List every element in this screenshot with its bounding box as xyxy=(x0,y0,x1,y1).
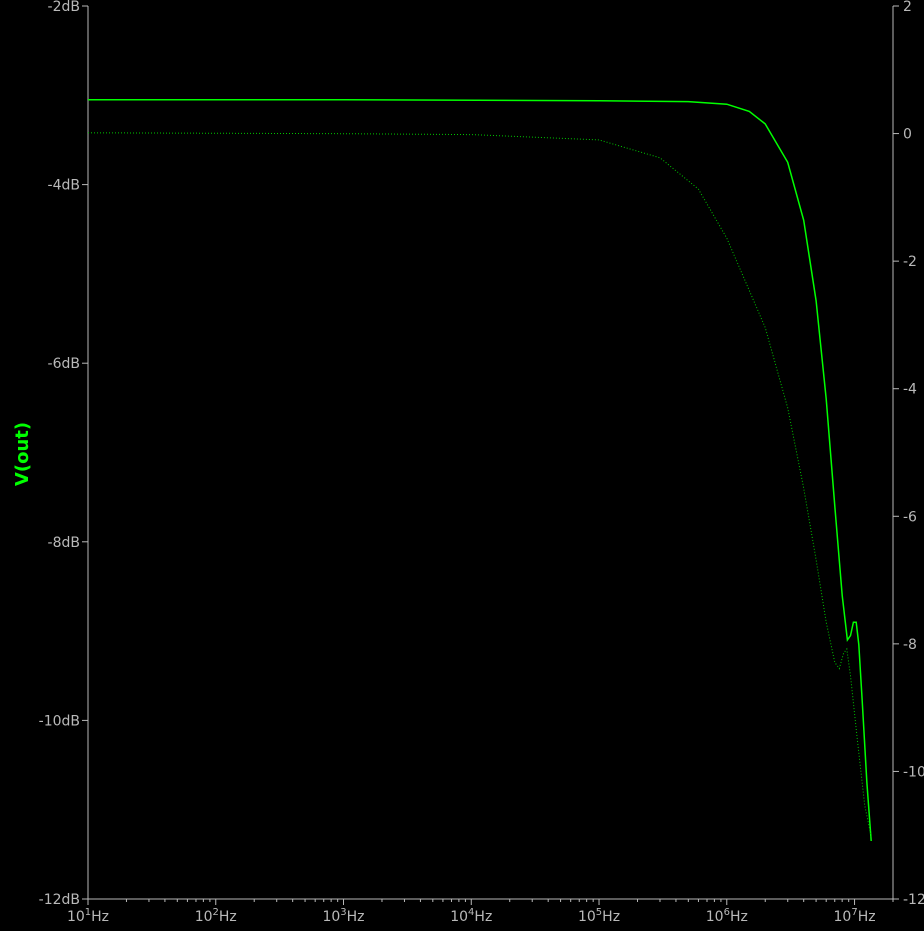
right-tick-label: -2 xyxy=(903,254,917,270)
y-tick-label: -8dB xyxy=(48,535,80,551)
right-tick-label: 0 xyxy=(903,127,912,143)
y-axis-title: V(out) xyxy=(12,422,33,486)
y-tick-label: -6dB xyxy=(48,356,80,372)
right-tick-label: -12 xyxy=(903,892,924,908)
right-tick-label: -8 xyxy=(903,637,917,653)
bode-plot: -2dB -4dB -6dB -8dB -10dB -12dB 2 0 -2 -4 -6 -8 -10 -… xyxy=(0,0,924,931)
y-tick-label: -10dB xyxy=(39,713,80,729)
right-tick-label: 2 xyxy=(903,0,912,15)
right-tick-label: -4 xyxy=(903,382,917,398)
right-tick-label: -10 xyxy=(903,764,924,780)
plot-background xyxy=(0,0,924,931)
y-tick-label: -12dB xyxy=(39,892,80,908)
right-tick-label: -6 xyxy=(903,509,917,525)
y-tick-label: -4dB xyxy=(48,178,80,194)
y-tick-label: -2dB xyxy=(48,0,80,15)
